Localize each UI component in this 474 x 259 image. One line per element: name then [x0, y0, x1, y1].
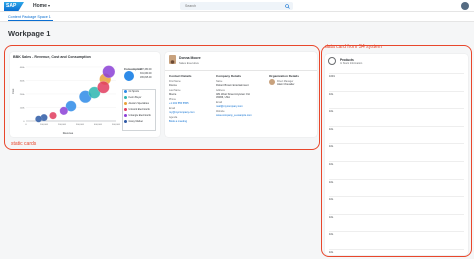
contact-name: Donna Moore — [179, 56, 201, 60]
contact-card[interactable]: Donna Moore Sales Executive Contact Deta… — [165, 52, 317, 137]
y-tick-label: 100k — [20, 107, 26, 109]
list-item[interactable]: 10L — [329, 128, 333, 131]
static-cards-label: static cards — [11, 141, 37, 147]
legend-bubble-size — [124, 71, 134, 81]
bubble-point — [59, 106, 69, 116]
legend-item[interactable]: Gravy Market — [124, 120, 143, 123]
list-item[interactable]: 10L — [329, 93, 333, 96]
legend-label: Ck Sports — [128, 90, 140, 94]
list-item[interactable]: 10L — [329, 233, 333, 236]
y-tick-label: 0 — [23, 121, 25, 123]
bubble-point — [35, 115, 43, 123]
list-item[interactable]: 10L — [329, 110, 333, 113]
legend-marker — [124, 108, 127, 111]
legend-item[interactable]: Alexia's Specialties — [124, 102, 149, 105]
email-link[interactable]: my@mycompany.com — [169, 111, 195, 114]
list-card-subtitle: In Stock Information — [340, 62, 363, 65]
y-tick-label: 200k — [20, 94, 26, 96]
products-list-card[interactable]: Products In Stock Information 1001 10L 10L… — [325, 54, 468, 255]
home-menu-button[interactable]: Home — [33, 3, 47, 9]
legend-label: Untangle Electrical E — [128, 114, 151, 118]
list-item[interactable]: 10L — [329, 216, 333, 219]
y-axis-label: Cost — [11, 88, 15, 94]
list-item[interactable]: 1001 — [329, 75, 335, 78]
list-item[interactable]: 10L — [329, 198, 333, 201]
company-website-link[interactable]: www.company_a.example.com — [216, 114, 252, 117]
book-meeting-link[interactable]: Book a meeting — [169, 120, 187, 123]
x-tick-label: 100,000 — [40, 124, 49, 126]
manager-name-value[interactable]: Alain Chevalier — [277, 83, 294, 86]
company-details-heading: Company Details — [216, 74, 242, 78]
y-tick-label: 400k — [20, 67, 26, 69]
last-name-value: Moore — [169, 92, 177, 96]
space-tab-bar: Content Package Space 1 — [0, 12, 474, 22]
search-input[interactable] — [185, 3, 280, 9]
company-address-value: 481 West Street Anytown OH 45066, USA — [216, 92, 250, 99]
contact-photo — [169, 55, 176, 64]
x-tick-label: 200,000 — [58, 124, 67, 126]
legend-size-value: 331,630.00 — [140, 73, 152, 75]
x-axis-label: Revenue — [63, 131, 74, 135]
sap-logo[interactable]: SAP — [4, 2, 24, 11]
x-tick-label: 400,000 — [94, 124, 103, 126]
organization-details-heading: Organization Details — [269, 74, 299, 78]
x-tick-label: 300,000 — [76, 124, 85, 126]
search-field[interactable] — [180, 2, 293, 10]
y-tick-label: 300k — [20, 80, 26, 82]
list-item[interactable]: 10L — [329, 181, 333, 184]
legend-item[interactable]: Uniwork Electrical E — [124, 108, 150, 111]
chevron-down-icon[interactable]: ▾ — [48, 3, 50, 8]
tab-selected-indicator — [8, 20, 53, 21]
legend-item[interactable]: Untangle Electrical E — [124, 114, 151, 117]
legend-marker — [124, 102, 127, 105]
page-title: Workpage 1 — [8, 29, 51, 38]
list-item[interactable]: 10L — [329, 145, 333, 148]
legend-size-value: 497,450.00 — [140, 69, 152, 71]
search-icon[interactable] — [285, 3, 290, 9]
user-avatar[interactable] — [461, 2, 469, 10]
legend-item[interactable]: Ck Sports — [124, 90, 139, 93]
legend-marker — [124, 96, 127, 99]
list-item[interactable]: 10L — [329, 251, 333, 254]
legend-marker — [124, 114, 127, 117]
bubble-point — [102, 65, 116, 79]
header-divider — [165, 70, 317, 71]
phone-link[interactable]: +1 202 555 5555 — [169, 102, 189, 105]
bubble-point — [97, 81, 110, 94]
contact-role: Sales Executive — [179, 61, 199, 65]
legend-label: Gravy Market — [128, 120, 143, 124]
manager-avatar — [269, 79, 275, 85]
tab-content-package-space-1[interactable]: Content Package Space 1 — [8, 15, 51, 19]
company-name-value: Robert Brown Entertainment — [216, 83, 249, 87]
contact-details-heading: Contact Details — [169, 74, 192, 78]
data-card-label: data card from S4 system — [325, 44, 382, 50]
logo-text: SAP — [6, 3, 17, 9]
legend-marker — [124, 90, 127, 93]
bubble-chart: Cost Revenue 0100k200k300k400k0 100,000 20… — [11, 65, 120, 135]
x-tick-label: 500,000 — [112, 124, 120, 126]
legend-label: Uniwork Electrical E — [128, 108, 150, 112]
x-tick-label: 0 — [25, 124, 27, 126]
product-icon — [328, 57, 336, 65]
person-icon — [170, 60, 175, 64]
shell-bar: SAP Home ▾ — [0, 0, 474, 12]
list-item[interactable]: 10L — [329, 163, 333, 166]
legend-item[interactable]: Kevin Buyer — [124, 96, 141, 99]
legend-size-value: 165,815.00 — [140, 77, 152, 79]
list-card-title: Products — [340, 57, 354, 62]
company-email-link[interactable]: mail@mycompany.com — [216, 105, 243, 108]
legend-label: Kevin Buyer — [128, 96, 142, 100]
bubble-point — [49, 111, 57, 120]
legend-label: Alexia's Specialties — [128, 102, 149, 106]
bubble-chart-card[interactable]: BBK Sales - Revenue, Cost and Consumptio… — [10, 52, 160, 137]
first-name-value: Donna — [169, 83, 177, 87]
legend-marker — [124, 120, 127, 123]
